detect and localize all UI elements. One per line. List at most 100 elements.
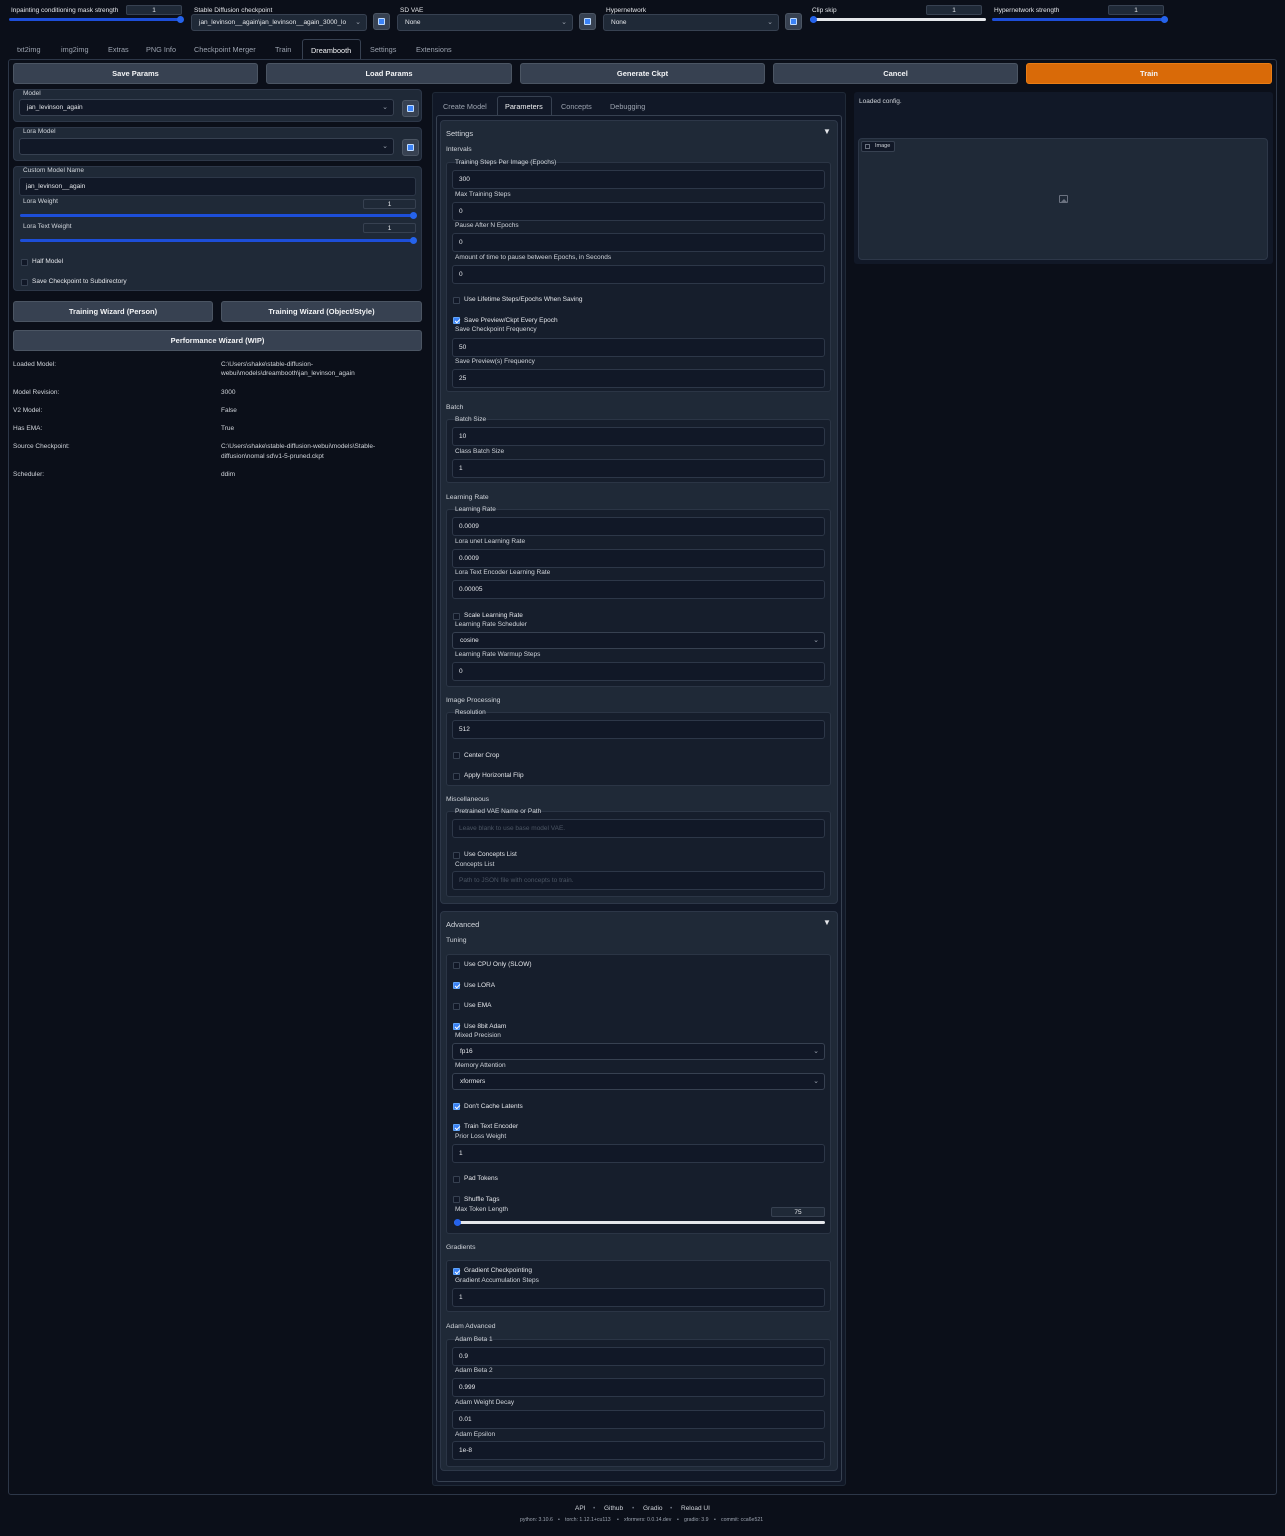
footer-link-gradio[interactable]: Gradio — [643, 1505, 663, 1512]
lora-weight-knob[interactable] — [410, 212, 417, 219]
max-token-input[interactable]: 75 — [771, 1207, 825, 1217]
pause-seconds-input[interactable]: 0 — [452, 265, 825, 284]
footer-link-github[interactable]: Github — [604, 1505, 623, 1512]
mixed-precision-select[interactable]: fp16 ⌄ — [452, 1043, 825, 1060]
grad-ckpt-checkbox[interactable] — [453, 1268, 460, 1275]
max-token-slider[interactable] — [454, 1219, 825, 1226]
tab-train[interactable]: Train — [275, 45, 291, 54]
cancel-button[interactable]: Cancel — [773, 63, 1018, 84]
advanced-title[interactable]: Advanced — [446, 920, 479, 929]
tab-parameters[interactable]: Parameters — [497, 96, 552, 116]
mask-strength-slider[interactable] — [9, 16, 184, 23]
clip-skip-knob[interactable] — [810, 16, 817, 23]
shuffle-tags-checkbox[interactable] — [453, 1196, 460, 1203]
footer-link-reload[interactable]: Reload UI — [681, 1505, 710, 1512]
clip-skip-slider[interactable] — [810, 16, 986, 23]
lr-sched-select[interactable]: cosine ⌄ — [452, 632, 825, 649]
vae-path-input[interactable]: Leave blank to use base model VAE. — [452, 819, 825, 838]
lora-unet-lr-input[interactable]: 0.0009 — [452, 549, 825, 568]
save-subdir-checkbox[interactable] — [21, 279, 28, 286]
lora-weight-input[interactable]: 1 — [363, 199, 416, 209]
tab-extras[interactable]: Extras — [108, 45, 129, 54]
model-select[interactable]: jan_levinson_again ⌄ — [19, 99, 394, 116]
clip-skip-input[interactable]: 1 — [926, 5, 982, 15]
tab-create-model[interactable]: Create Model — [443, 102, 487, 111]
wd-input[interactable]: 0.01 — [452, 1410, 825, 1429]
load-params-button[interactable]: Load Params — [266, 63, 512, 84]
mem-attention-select[interactable]: xformers ⌄ — [452, 1073, 825, 1090]
hyper-strength-knob[interactable] — [1161, 16, 1168, 23]
use-ema-checkbox[interactable] — [453, 1003, 460, 1010]
wizard-person-button[interactable]: Training Wizard (Person) — [13, 301, 213, 322]
save-preview-freq-input[interactable]: 25 — [452, 369, 825, 388]
class-batch-input[interactable]: 1 — [452, 459, 825, 478]
half-model-checkbox[interactable] — [21, 259, 28, 266]
sd-vae-select[interactable]: None ⌄ — [397, 14, 573, 31]
use-lora-checkbox[interactable] — [453, 982, 460, 989]
footer-link-api[interactable]: API — [575, 1505, 585, 1512]
grad-accum-input[interactable]: 1 — [452, 1288, 825, 1307]
tab-png-info[interactable]: PNG Info — [146, 45, 176, 54]
refresh-hypernetwork-button[interactable] — [785, 13, 802, 30]
cpu-only-checkbox[interactable] — [453, 962, 460, 969]
tab-settings[interactable]: Settings — [370, 45, 396, 54]
save-ckpt-freq-input[interactable]: 50 — [452, 338, 825, 357]
resolution-input[interactable]: 512 — [452, 720, 825, 739]
pad-tokens-checkbox[interactable] — [453, 1176, 460, 1183]
warmup-input[interactable]: 0 — [452, 662, 825, 681]
collapse-triangle-icon[interactable]: ▼ — [823, 127, 831, 136]
tab-img2img[interactable]: img2img — [61, 45, 89, 54]
train-button[interactable]: Train — [1026, 63, 1272, 84]
lora-model-select[interactable]: ⌄ — [19, 138, 394, 155]
batch-size-input[interactable]: 10 — [452, 427, 825, 446]
save-params-button[interactable]: Save Params — [13, 63, 258, 84]
custom-name-input[interactable]: jan_levinson__again — [19, 177, 416, 196]
beta1-input[interactable]: 0.9 — [452, 1347, 825, 1366]
mask-strength-input[interactable]: 1 — [126, 5, 182, 15]
lora-weight-slider[interactable] — [20, 212, 417, 219]
refresh-model-button[interactable] — [402, 100, 419, 117]
refresh-lora-button[interactable] — [402, 139, 419, 156]
tab-dreambooth[interactable]: Dreambooth — [302, 39, 361, 60]
use-concepts-checkbox[interactable] — [453, 852, 460, 859]
lora-te-lr-input[interactable]: 0.00005 — [452, 580, 825, 599]
lifetime-checkbox[interactable] — [453, 297, 460, 304]
center-crop-checkbox[interactable] — [453, 752, 460, 759]
tab-txt2img[interactable]: txt2img — [17, 45, 41, 54]
info-value: C:\Users\shake\stable-diffusion-webui\mo… — [221, 443, 376, 450]
tab-concepts[interactable]: Concepts — [561, 102, 592, 111]
collapse-triangle-icon[interactable]: ▼ — [823, 918, 831, 927]
refresh-vae-button[interactable] — [579, 13, 596, 30]
train-te-checkbox[interactable] — [453, 1124, 460, 1131]
steps-per-image-input[interactable]: 300 — [452, 170, 825, 189]
lora-text-weight-slider[interactable] — [20, 237, 417, 244]
lora-text-weight-input[interactable]: 1 — [363, 223, 416, 233]
checkpoint-select[interactable]: jan_levinson__again\jan_levinson__again_… — [191, 14, 367, 31]
tab-checkpoint-merger[interactable]: Checkpoint Merger — [194, 45, 256, 54]
save-preview-checkbox[interactable] — [453, 317, 460, 324]
mask-strength-knob[interactable] — [177, 16, 184, 23]
prior-loss-input[interactable]: 1 — [452, 1144, 825, 1163]
hypernetwork-select[interactable]: None ⌄ — [603, 14, 779, 31]
lora-text-weight-knob[interactable] — [410, 237, 417, 244]
tab-debugging[interactable]: Debugging — [610, 102, 645, 111]
pause-epochs-input[interactable]: 0 — [452, 233, 825, 252]
scale-lr-checkbox[interactable] — [453, 613, 460, 620]
hflip-checkbox[interactable] — [453, 773, 460, 780]
wizard-object-button[interactable]: Training Wizard (Object/Style) — [221, 301, 422, 322]
refresh-checkpoint-button[interactable] — [373, 13, 390, 30]
settings-title[interactable]: Settings — [446, 129, 473, 138]
eps-input[interactable]: 1e-8 — [452, 1441, 825, 1460]
beta2-input[interactable]: 0.999 — [452, 1378, 825, 1397]
lr-input[interactable]: 0.0009 — [452, 517, 825, 536]
tab-extensions[interactable]: Extensions — [416, 45, 452, 54]
max-token-knob[interactable] — [454, 1219, 461, 1226]
concepts-list-input[interactable]: Path to JSON file with concepts to train… — [452, 871, 825, 890]
hyper-strength-slider[interactable] — [992, 16, 1168, 23]
hyper-strength-input[interactable]: 1 — [1108, 5, 1164, 15]
dont-cache-checkbox[interactable] — [453, 1103, 460, 1110]
max-steps-input[interactable]: 0 — [452, 202, 825, 221]
perf-wizard-button[interactable]: Performance Wizard (WIP) — [13, 330, 422, 351]
use-8bit-checkbox[interactable] — [453, 1023, 460, 1030]
generate-ckpt-button[interactable]: Generate Ckpt — [520, 63, 765, 84]
